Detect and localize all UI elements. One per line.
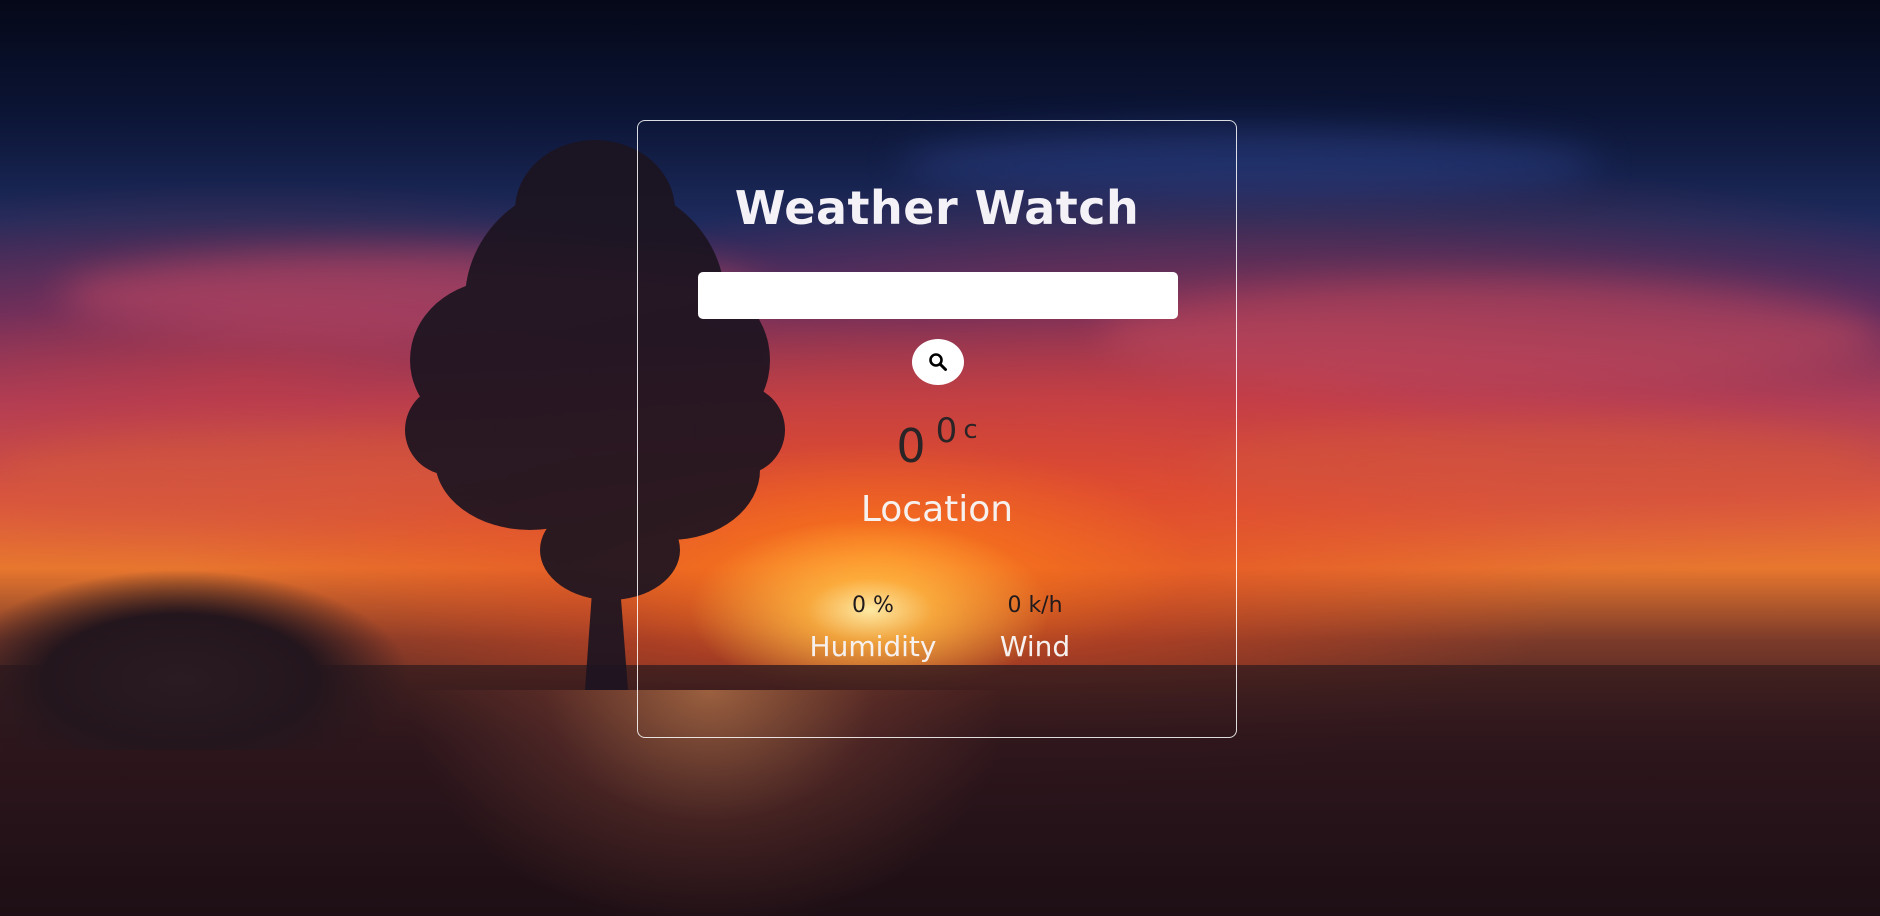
- temperature-unit: c: [963, 415, 978, 445]
- humidity-label: Humidity: [809, 630, 937, 663]
- wind-stat: 0 k/h Wind: [960, 593, 1110, 663]
- location-name: Location: [860, 489, 1014, 530]
- temperature-value: 0: [896, 419, 926, 473]
- cloud-streak: [1200, 420, 1880, 510]
- humidity-value: 0 %: [852, 593, 894, 618]
- rocks: [0, 570, 430, 750]
- city-search-input[interactable]: [698, 272, 1178, 319]
- search-icon: [929, 353, 947, 371]
- humidity-stat: 0 % Humidity: [798, 593, 948, 663]
- weather-card: Weather Watch 00c Location 0 % Humidity …: [637, 120, 1237, 738]
- temperature-display: 00c: [638, 411, 1236, 473]
- app-title: Weather Watch: [734, 181, 1140, 235]
- temperature-degree: 0: [935, 411, 958, 451]
- search-button[interactable]: [912, 339, 964, 385]
- wind-label: Wind: [999, 630, 1071, 663]
- wind-value: 0 k/h: [1007, 593, 1063, 618]
